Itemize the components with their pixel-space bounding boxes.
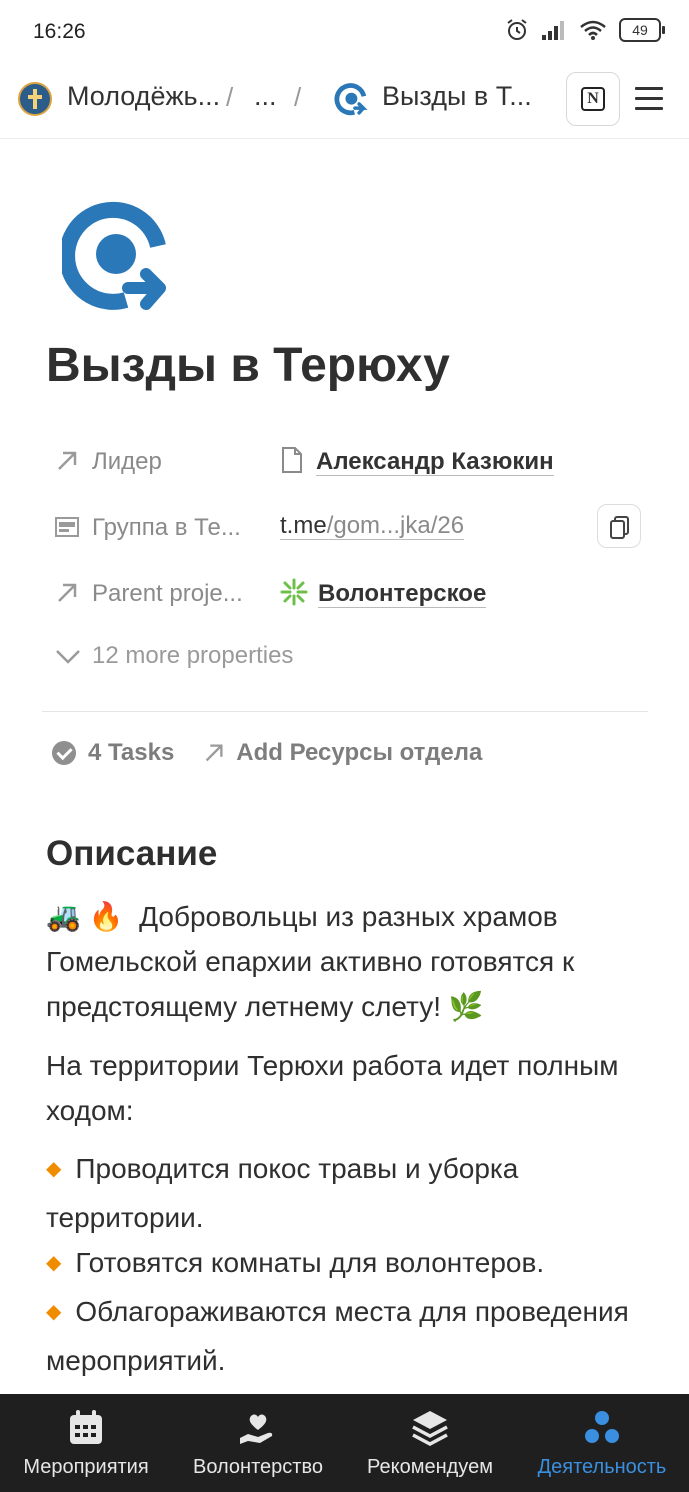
divider <box>42 711 648 712</box>
breadcrumb-root[interactable]: Молодёжь... <box>67 81 220 112</box>
top-navigation: Молодёжь... / ... / Вызды в Т... N <box>0 62 689 139</box>
herb-emoji: 🌿 <box>448 991 484 1022</box>
tasks-link[interactable]: 4 Tasks <box>88 739 174 767</box>
dots-icon <box>585 1411 619 1443</box>
sparkle-icon <box>280 578 308 606</box>
copy-icon <box>610 516 629 539</box>
chevron-down-icon <box>56 650 80 664</box>
bullet-diamond-icon: ◆ <box>46 1252 62 1274</box>
layers-icon <box>412 1411 448 1446</box>
add-resource-button[interactable]: Add Ресурсы отдела <box>236 739 482 767</box>
property-label: Группа в Те... <box>92 514 241 541</box>
paragraph-text: Добровольцы из разных храмов Гомельской … <box>46 901 575 1022</box>
tractor-emoji: 🚜 <box>46 901 81 932</box>
status-bar: 16:26 49 <box>0 0 689 62</box>
property-leader: Лидер Александр Казюкин <box>46 436 646 488</box>
tab-recommended[interactable]: Рекомендуем <box>344 1394 516 1492</box>
page-title: Вызды в Терюху <box>46 339 450 392</box>
parent-project-link[interactable]: Волонтерское <box>318 580 487 608</box>
breadcrumb-ellipsis[interactable]: ... <box>254 81 277 112</box>
telegram-link[interactable]: t.me/gom...jka/26 <box>280 512 465 540</box>
battery-icon: 49 <box>619 18 665 42</box>
property-value[interactable]: Александр Казюкин <box>280 446 554 476</box>
description-paragraph: 🚜 🔥 Добровольцы из разных храмов Гомельс… <box>46 894 646 1029</box>
tab-activity[interactable]: Деятельность <box>516 1394 688 1492</box>
arrow-relation-icon <box>58 451 77 470</box>
more-properties-toggle[interactable]: 12 more properties <box>46 642 293 670</box>
signal-icon <box>542 21 564 40</box>
url-field-icon <box>55 517 79 537</box>
bullet-list: ◆ Проводится покос травы и уборка террито… <box>46 1146 646 1383</box>
leader-link[interactable]: Александр Казюкин <box>316 448 554 476</box>
status-icons: 49 <box>505 18 665 42</box>
calendar-icon <box>70 1410 102 1444</box>
bottom-navigation: Мероприятия Волонтерство Рекомендуем Дея… <box>0 1394 689 1492</box>
breadcrumb-current[interactable]: Вызды в Т... <box>382 81 532 112</box>
fire-emoji: 🔥 <box>88 901 124 932</box>
bullet-diamond-icon: ◆ <box>46 1301 62 1323</box>
bullet-diamond-icon: ◆ <box>46 1158 62 1180</box>
arrow-relation-icon <box>58 583 77 602</box>
breadcrumb-separator: / <box>294 82 302 112</box>
status-time: 16:26 <box>33 20 86 43</box>
tab-events[interactable]: Мероприятия <box>0 1394 172 1492</box>
list-item: ◆ Облагораживаются места для проведения м… <box>46 1296 629 1376</box>
property-value[interactable]: t.me/gom...jka/26 <box>280 512 465 540</box>
wifi-icon <box>580 20 606 40</box>
property-group: Группа в Те... t.me/gom...jka/26 <box>46 502 646 554</box>
property-parent-project: Parent proje... Волонтерское <box>46 568 646 620</box>
section-heading: Описание <box>46 834 218 873</box>
breadcrumb-separator: / <box>226 82 234 112</box>
copy-link-button[interactable] <box>597 504 641 548</box>
list-item: ◆ Проводится покос травы и уборка террито… <box>46 1153 519 1233</box>
page-icon <box>62 201 166 310</box>
property-label: Лидер <box>92 448 162 475</box>
page-breadcrumb-icon[interactable] <box>334 82 370 120</box>
property-label: Parent proje... <box>92 580 243 607</box>
open-in-notion-button[interactable]: N <box>566 72 620 126</box>
alarm-icon <box>507 19 527 40</box>
relations-row: 4 Tasks Add Ресурсы отдела <box>52 739 482 767</box>
arrow-relation-icon <box>206 744 223 762</box>
check-circle-icon <box>52 741 76 765</box>
workspace-logo-icon[interactable] <box>18 82 52 116</box>
property-value[interactable]: Волонтерское <box>280 578 487 608</box>
description-paragraph: На территории Терюхи работа идет полным … <box>46 1050 619 1126</box>
document-icon <box>282 447 302 473</box>
heart-hand-icon <box>240 1414 273 1444</box>
list-item: ◆ Готовятся комнаты для волонтеров. <box>46 1247 545 1278</box>
hamburger-menu-icon[interactable] <box>635 87 663 111</box>
notion-logo-icon: N <box>581 87 605 111</box>
tab-volunteering[interactable]: Волонтерство <box>172 1394 344 1492</box>
